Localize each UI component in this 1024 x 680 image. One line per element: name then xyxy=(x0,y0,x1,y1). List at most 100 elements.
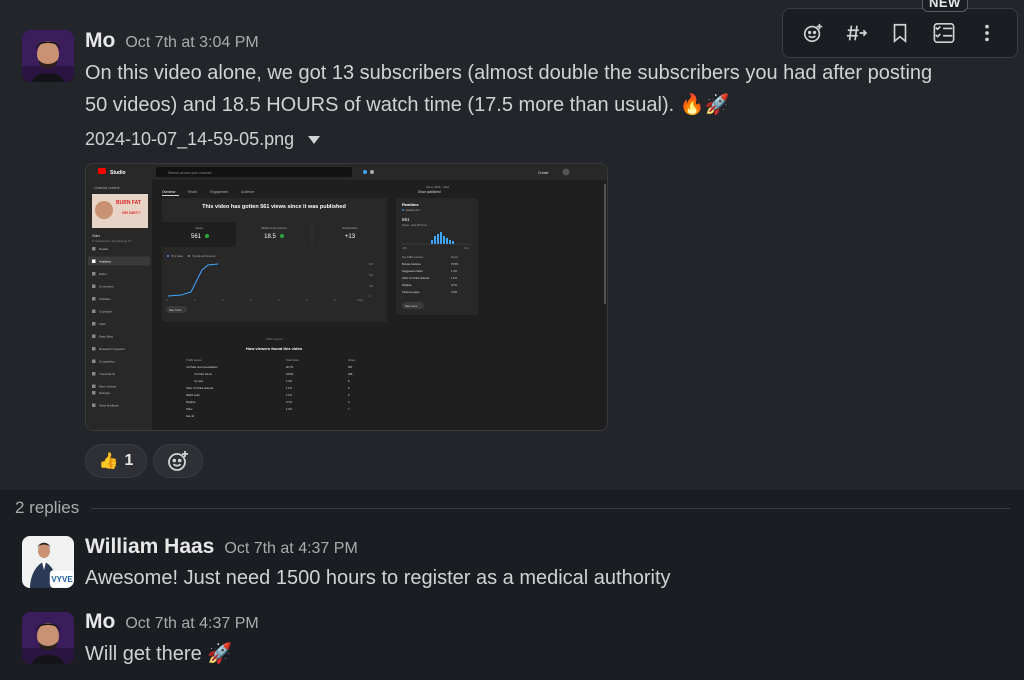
author-name[interactable]: Mo xyxy=(85,610,115,634)
studio-nav-icon xyxy=(92,322,96,326)
traffic-source-pct: 1.1% xyxy=(286,386,293,390)
add-reaction-icon xyxy=(803,23,822,43)
avatar[interactable] xyxy=(22,612,74,664)
message-timestamp[interactable]: Oct 7th at 4:37 PM xyxy=(224,540,357,558)
realtime-caption: Views · Last 48 hours xyxy=(402,223,428,227)
studio-nav-item: Comments xyxy=(99,285,114,289)
studio-nav-icon xyxy=(92,259,96,263)
studio-nav-item: Trend Alerts xyxy=(99,372,116,376)
traffic-source-views: 308 xyxy=(348,372,353,376)
studio-nav-icon xyxy=(92,391,96,395)
studio-nav-item: Clips xyxy=(99,322,106,326)
source-pct: 1.4% xyxy=(451,269,458,273)
avatar-badge: VYVE xyxy=(51,575,73,584)
studio-video-label: Video xyxy=(92,234,100,238)
studio-nav-icon xyxy=(92,403,96,407)
traffic-source-name: Playlists xyxy=(186,400,196,404)
traffic-source-name: YouTube recommendations xyxy=(186,365,218,369)
studio-app-name: Studio xyxy=(110,170,126,176)
realtime-axis: -48h xyxy=(402,247,408,250)
studio-date-range-top: Oct 2, 2024 – Now xyxy=(426,185,450,189)
reaction-count: 1 xyxy=(124,452,134,469)
message-text-line: 50 videos) and 18.5 HOURS of watch time … xyxy=(85,94,730,116)
traffic-source-name: Up next xyxy=(194,379,203,383)
studio-nav-icon xyxy=(92,297,96,301)
stat-value: 18.5 xyxy=(264,234,276,240)
author-name[interactable]: Mo xyxy=(85,29,115,53)
y-tick: 400 xyxy=(369,274,374,277)
avatar[interactable]: VYVE xyxy=(22,536,74,588)
y-tick: 200 xyxy=(369,285,374,288)
studio-nav-icon xyxy=(92,384,96,388)
more-vertical-icon xyxy=(985,24,990,42)
traffic-source-name: YouTube Home xyxy=(194,372,212,376)
traffic-col: Views xyxy=(348,358,356,362)
traffic-source-pct: 54.9% xyxy=(286,372,294,376)
traffic-title: How viewers found this video xyxy=(246,346,303,351)
traffic-source-pct: 1.4% xyxy=(286,379,293,383)
divider xyxy=(91,507,1010,509)
studio-nav-item: Competition xyxy=(99,360,115,364)
avatar[interactable] xyxy=(22,30,74,82)
studio-nav-item: Analytics xyxy=(99,260,112,264)
realtime-value: 561 xyxy=(402,217,410,222)
new-feature-badge: NEW xyxy=(922,0,968,12)
studio-nav-icon xyxy=(92,309,96,313)
add-reaction-button[interactable] xyxy=(794,14,832,52)
realtime-sub: Updating live xyxy=(405,208,421,212)
message-text: Awesome! Just need 1500 hours to registe… xyxy=(85,567,671,589)
thread-replies-divider: 2 replies xyxy=(15,498,1010,518)
save-for-later-button[interactable] xyxy=(881,14,919,52)
source-name: Playlists xyxy=(402,283,412,287)
traffic-source-name: Other xyxy=(186,407,193,411)
studio-nav-icon xyxy=(92,347,96,351)
forward-to-channel-button[interactable] xyxy=(837,14,875,52)
see-more-button: See more xyxy=(405,304,418,308)
traffic-col: Total views xyxy=(286,358,299,362)
thumbnail-text: OR DIET? xyxy=(122,210,141,215)
chevron-down-icon[interactable] xyxy=(308,135,321,144)
reaction-thumbs-up[interactable]: 👍 1 xyxy=(85,444,147,478)
studio-tab: Audience xyxy=(241,190,255,194)
studio-nav-item: Research Inspector xyxy=(99,347,125,351)
traffic-source-pct: 1.2% xyxy=(286,407,293,411)
message-header: Mo Oct 7th at 3:04 PM xyxy=(85,29,259,53)
source-pct: 70.5% xyxy=(451,262,459,266)
message-text-line: On this video alone, we got 13 subscribe… xyxy=(85,62,933,84)
source-pct: 0.4% xyxy=(451,290,458,294)
studio-tab: Overview xyxy=(162,190,176,194)
message-timestamp[interactable]: Oct 7th at 4:37 PM xyxy=(125,615,258,633)
studio-nav-icon xyxy=(92,247,96,251)
youtube-logo-icon xyxy=(98,168,106,174)
add-to-list-button[interactable] xyxy=(925,14,963,52)
studio-nav-icon xyxy=(92,272,96,276)
hash-forward-icon xyxy=(847,25,868,41)
attachment-filename[interactable]: 2024-10-07_14-59-05.png xyxy=(85,129,294,150)
studio-sidebar-header: Channel content xyxy=(94,186,120,190)
studio-date-range: Since published xyxy=(418,190,441,194)
traffic-source-pct: 0.7% xyxy=(286,400,293,404)
studio-nav-item: Settings xyxy=(99,391,110,395)
sources-header: Top traffic sources xyxy=(402,255,424,259)
stat-label: Subscribers xyxy=(342,226,358,230)
add-reaction-icon xyxy=(168,451,188,471)
traffic-source-name: See all xyxy=(186,414,194,418)
message-text: Will get there 🚀 xyxy=(85,643,233,665)
sources-header: Views xyxy=(451,255,459,259)
message-timestamp[interactable]: Oct 7th at 3:04 PM xyxy=(125,34,258,52)
realtime-axis: Now xyxy=(464,247,469,250)
studio-nav-icon xyxy=(92,359,96,363)
image-attachment[interactable]: Studio Search across your channel Create… xyxy=(85,163,608,431)
author-name[interactable]: William Haas xyxy=(85,535,214,559)
more-actions-button[interactable] xyxy=(968,14,1006,52)
source-pct: 0.7% xyxy=(451,283,458,287)
traffic-source-views: 501 xyxy=(348,365,353,369)
traffic-source-pct: 90.7% xyxy=(286,365,294,369)
y-tick: 600 xyxy=(369,263,374,266)
add-reaction-button[interactable] xyxy=(153,444,203,478)
realtime-title: Realtime xyxy=(402,202,419,207)
source-name: Suggested videos xyxy=(402,269,423,273)
studio-nav-active-bg xyxy=(88,256,150,266)
studio-nav-item: Editor xyxy=(99,272,107,276)
studio-create-button: Create xyxy=(538,171,549,175)
